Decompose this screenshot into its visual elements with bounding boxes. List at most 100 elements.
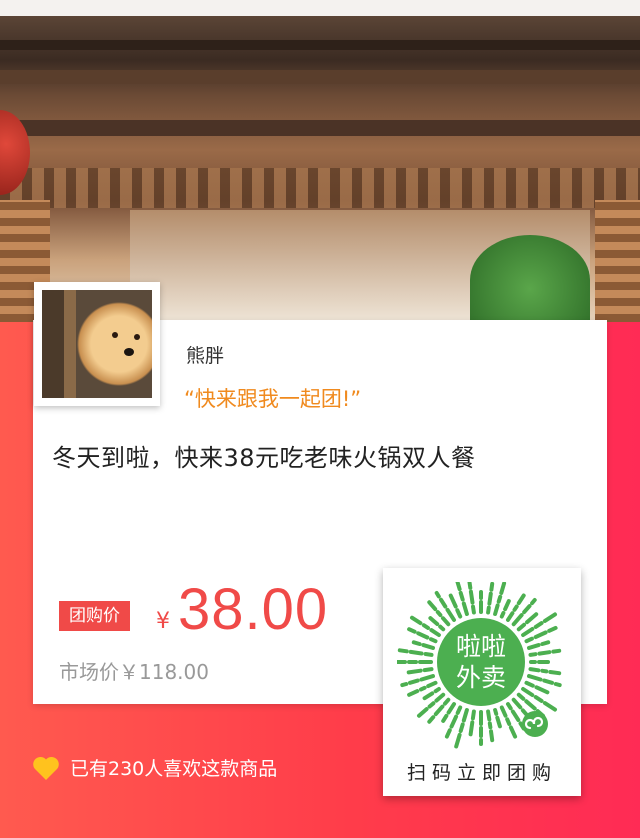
qr-ray xyxy=(495,715,502,729)
qr-ray xyxy=(455,582,462,592)
roof-beam xyxy=(0,70,640,84)
qr-ray xyxy=(429,628,441,637)
mini-program-icon xyxy=(522,711,548,737)
qr-ray xyxy=(421,643,435,650)
qr-ray xyxy=(548,670,562,676)
heart-icon xyxy=(33,756,59,780)
qr-ray xyxy=(397,648,409,654)
qr-ray xyxy=(489,582,495,592)
qr-ray xyxy=(528,652,538,657)
qr-ray xyxy=(458,722,465,734)
qr-ray xyxy=(496,594,503,604)
qr-ray xyxy=(533,695,544,703)
qr-ray xyxy=(551,648,562,654)
qr-ray xyxy=(461,708,469,723)
qr-ray xyxy=(400,682,409,688)
qr-ray xyxy=(533,630,548,640)
qr-ray xyxy=(542,678,554,685)
likes-text: 已有230人喜欢这款商品 xyxy=(70,758,278,780)
qr-center-text: 啦啦 xyxy=(456,632,506,661)
qr-ray xyxy=(419,674,435,682)
likes-row: 已有230人喜欢这款商品 xyxy=(32,754,277,781)
username: 熊胖 xyxy=(186,345,225,367)
qr-ray xyxy=(499,610,506,619)
qr-ray xyxy=(443,697,451,706)
qr-ray xyxy=(486,605,491,615)
qr-ray xyxy=(421,623,430,630)
qr-ray xyxy=(505,717,512,726)
qr-ray xyxy=(510,709,521,722)
qr-ray xyxy=(406,668,423,675)
qr-ray xyxy=(423,652,434,657)
qr-ray xyxy=(508,725,518,739)
group-price: 38.00 xyxy=(178,577,329,642)
qr-ray xyxy=(524,680,535,688)
eye xyxy=(112,332,118,338)
qr-ray xyxy=(407,627,417,634)
eye xyxy=(134,334,140,340)
qr-ray xyxy=(467,582,473,590)
window-lattice xyxy=(0,168,640,208)
qr-ray xyxy=(534,685,550,695)
qr-ray xyxy=(528,667,541,673)
qr-ray xyxy=(445,607,456,622)
qr-ray xyxy=(512,604,519,612)
market-price: 市场价￥118.00 xyxy=(59,660,209,684)
qr-ray xyxy=(499,705,508,718)
qr-ray xyxy=(407,689,420,697)
qr-ray xyxy=(433,687,441,694)
qr-ray xyxy=(468,720,475,737)
qr-ray xyxy=(527,643,541,650)
qr-ray xyxy=(487,721,493,730)
potted-plant xyxy=(470,235,590,322)
qr-ray xyxy=(525,612,539,625)
deal-title: 冬天到啦，快来38元吃老味火锅双人餐 xyxy=(52,444,476,472)
nose xyxy=(124,348,134,356)
qr-ray xyxy=(411,640,422,646)
qr-code-card[interactable]: 啦啦 外卖 扫码立即团购 xyxy=(383,568,581,796)
qr-ray xyxy=(435,610,443,618)
qr-ray xyxy=(426,680,438,689)
qr-ray xyxy=(470,709,476,721)
qr-ray xyxy=(540,668,549,674)
qr-ray xyxy=(521,627,535,637)
qr-ray xyxy=(434,591,441,599)
qr-ray xyxy=(427,701,436,709)
avatar[interactable] xyxy=(34,282,160,406)
qr-ray xyxy=(455,705,463,715)
qr-ray xyxy=(441,616,451,627)
qr-ray xyxy=(542,612,557,623)
qr-ray xyxy=(417,707,429,718)
qr-ray xyxy=(429,637,438,644)
qr-ray xyxy=(493,708,499,716)
qr-ray xyxy=(433,704,445,717)
qr-ray xyxy=(428,616,440,626)
mini-program-code[interactable]: 啦啦 外卖 xyxy=(397,582,565,750)
qr-ray xyxy=(506,702,513,711)
qr-ray xyxy=(468,589,475,605)
qr-ray xyxy=(530,598,537,606)
qr-ray xyxy=(446,702,456,715)
qr-ray xyxy=(444,728,452,739)
roof-beam xyxy=(0,120,640,136)
qr-ray xyxy=(449,714,459,729)
storefront-photo xyxy=(0,0,640,322)
qr-ray xyxy=(503,599,511,612)
qr-ray xyxy=(516,593,526,606)
dog-avatar-image xyxy=(42,290,152,398)
qr-ray xyxy=(434,692,446,703)
qr-ray xyxy=(524,699,537,711)
qr-ray xyxy=(454,732,462,749)
qr-ray xyxy=(522,604,532,615)
qr-ray xyxy=(416,631,430,640)
qr-ray xyxy=(487,591,493,606)
qr-ray xyxy=(448,593,458,609)
qr-ray xyxy=(486,709,492,722)
qr-ray xyxy=(499,582,507,595)
qr-ray xyxy=(516,622,527,632)
currency-symbol: ¥ xyxy=(156,609,170,634)
qr-ray xyxy=(408,678,420,685)
qr-ray xyxy=(489,729,495,743)
qr-ray xyxy=(537,650,552,656)
qr-ray xyxy=(493,603,500,616)
